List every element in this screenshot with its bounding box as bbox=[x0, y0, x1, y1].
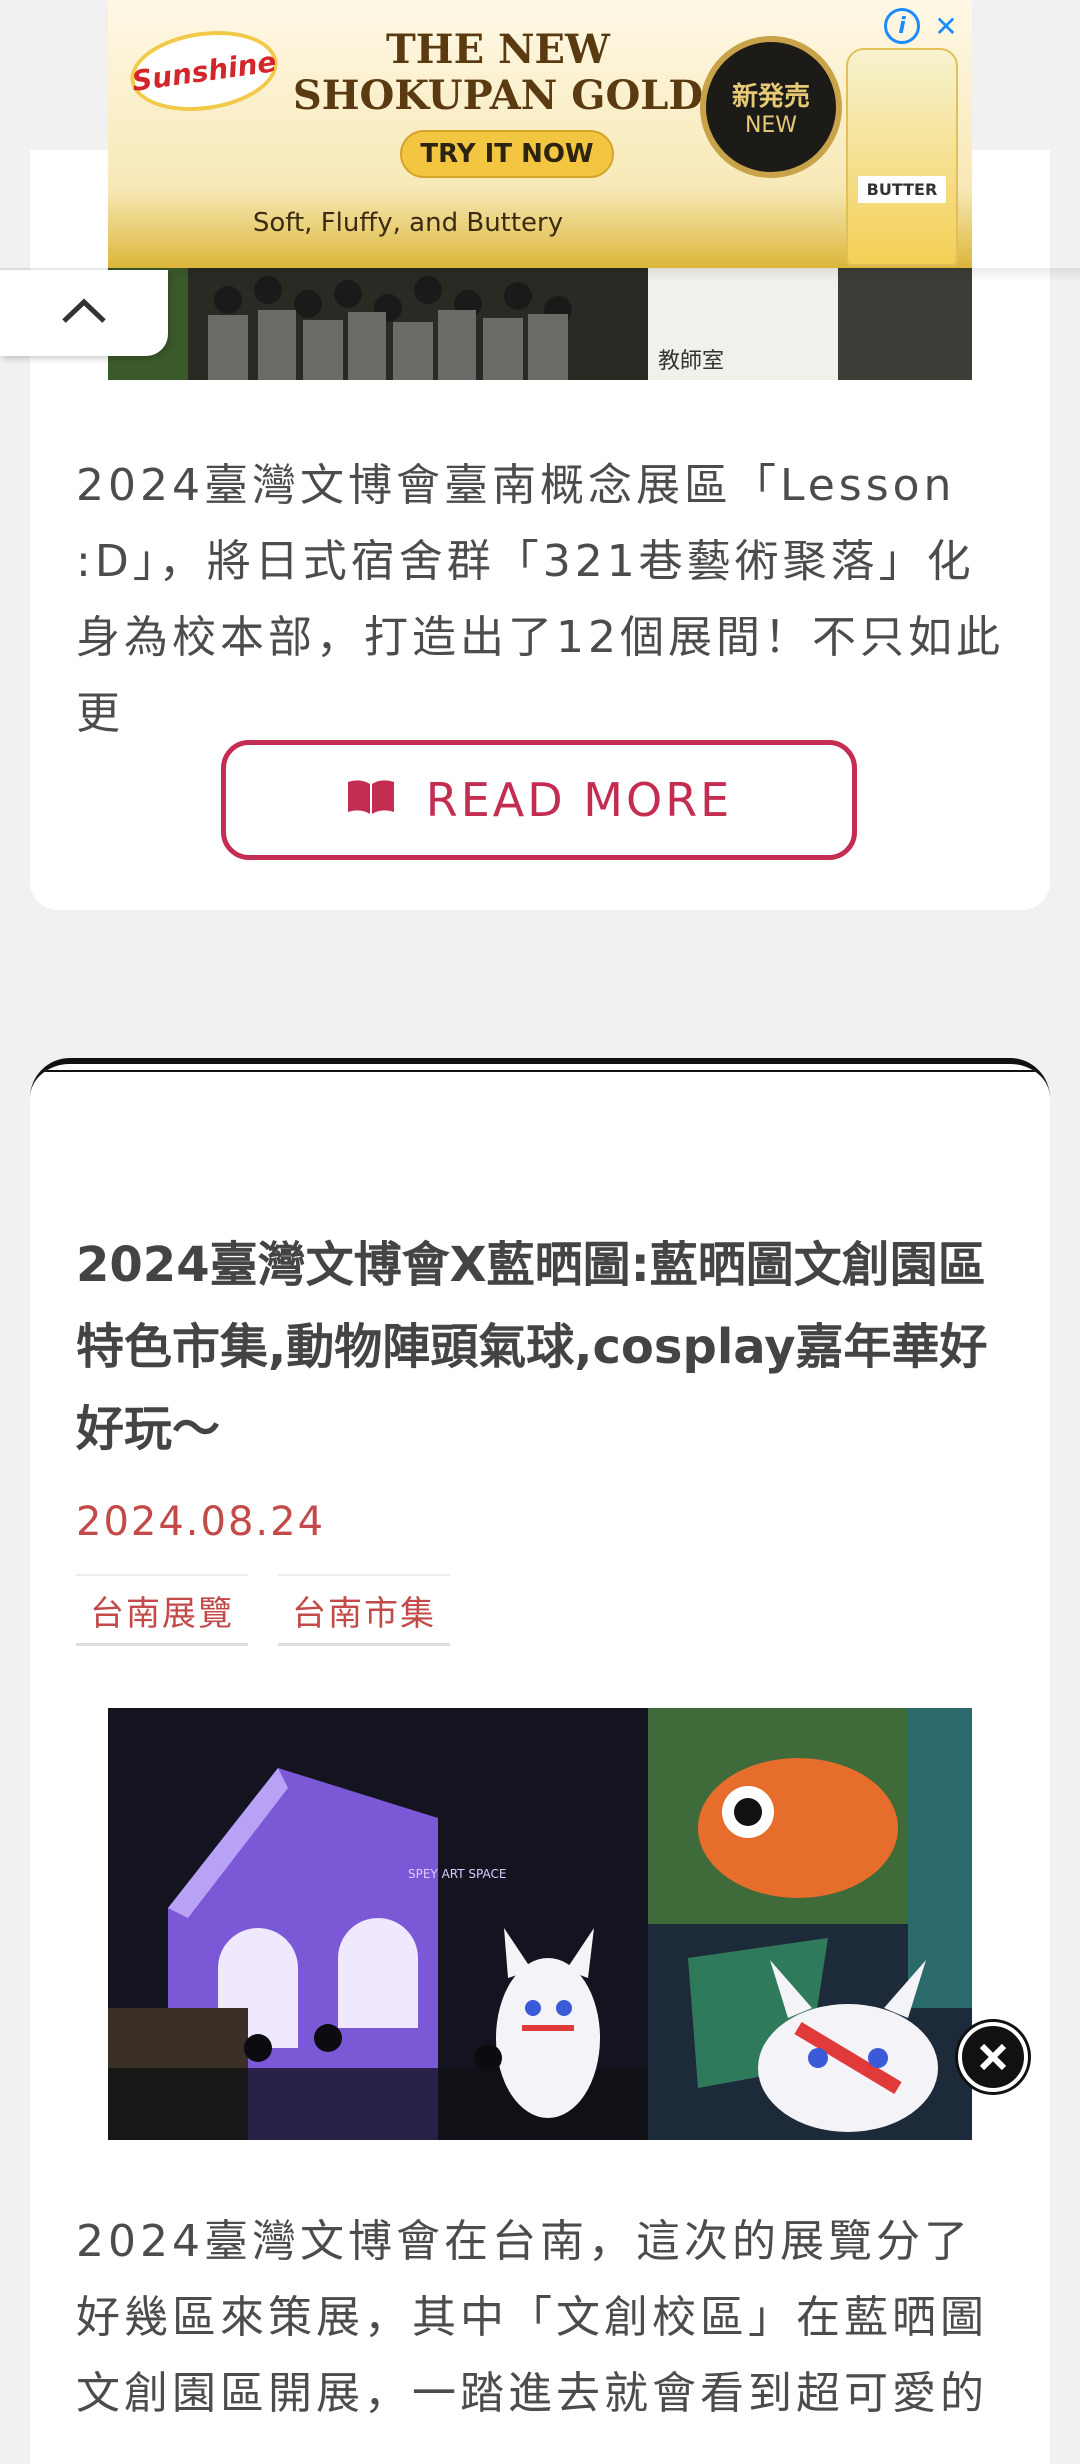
post-card-2: 2024臺灣文博會X藍晒圖:藍晒圖文創園區特色市集,動物陣頭氣球,cosplay… bbox=[30, 1058, 1050, 2464]
tag-tainan-exhibition[interactable]: 台南展覽 bbox=[76, 1574, 248, 1646]
ad-seal-bottom: NEW bbox=[744, 113, 798, 138]
ad-headline-1: THE NEW bbox=[386, 26, 610, 73]
post-1-excerpt: 2024臺灣文博會臺南概念展區「Lesson :D」，將日式宿舍群「321巷藝術… bbox=[76, 460, 1004, 739]
ad-bread-bag-image: BUTTER bbox=[846, 48, 958, 266]
read-more-label: READ MORE bbox=[425, 773, 733, 827]
post-2-excerpt: 2024臺灣文博會在台南，這次的展覽分了好幾區來策展，其中「文創校區」在藍晒圖文… bbox=[76, 2216, 988, 2419]
ad-bag-label: BUTTER bbox=[858, 176, 946, 203]
chevron-up-icon bbox=[61, 297, 107, 329]
post-2-title[interactable]: 2024臺灣文博會X藍晒圖:藍晒圖文創園區特色市集,動物陣頭氣球,cosplay… bbox=[76, 1224, 1026, 1470]
post-2-photo[interactable]: SPEY ART SPACE bbox=[108, 1708, 972, 2140]
tag-tainan-market[interactable]: 台南市集 bbox=[278, 1574, 450, 1646]
ad-collapse-button[interactable] bbox=[0, 270, 168, 356]
ad-banner[interactable]: Sunshine THE NEW SHOKUPAN GOLD TRY IT NO… bbox=[108, 0, 972, 268]
close-icon[interactable] bbox=[958, 2022, 1028, 2092]
ad-new-seal: 新発売 NEW bbox=[700, 36, 842, 178]
post-2-tags: 台南展覽 台南市集 bbox=[76, 1574, 450, 1646]
ad-controls: i ✕ bbox=[884, 8, 964, 44]
ad-seal-top: 新発売 bbox=[731, 82, 810, 112]
ad-headline-2: SHOKUPAN GOLD bbox=[292, 72, 704, 119]
ad-try-button[interactable]: TRY IT NOW bbox=[400, 130, 614, 178]
ad-close-icon[interactable]: ✕ bbox=[928, 8, 964, 44]
ad-info-icon[interactable]: i bbox=[884, 8, 920, 44]
book-icon bbox=[346, 773, 396, 827]
post-2-photo-sign: SPEY ART SPACE bbox=[408, 1867, 506, 1881]
post-1-photo-sign: 教師室 bbox=[658, 349, 724, 374]
ad-tagline: Soft, Fluffy, and Buttery bbox=[252, 208, 564, 238]
read-more-button[interactable]: READ MORE bbox=[221, 740, 857, 860]
post-2-date: 2024.08.24 bbox=[76, 1499, 326, 1545]
ad-brand-logo: Sunshine bbox=[125, 22, 283, 120]
